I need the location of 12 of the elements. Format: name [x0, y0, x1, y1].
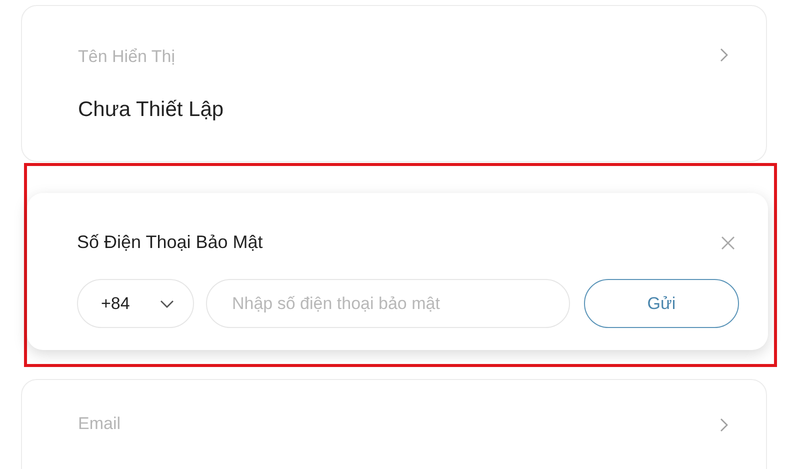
- email-label: Email: [78, 414, 121, 434]
- chevron-right-icon: [720, 418, 728, 432]
- display-name-label: Tên Hiển Thị: [78, 46, 176, 68]
- chevron-right-icon: [720, 48, 728, 62]
- phone-input-field[interactable]: Nhập số điện thoại bảo mật: [206, 279, 570, 328]
- country-code-select[interactable]: +84: [77, 279, 194, 328]
- secure-phone-title: Số Điện Thoại Bảo Mật: [77, 231, 263, 254]
- display-name-value: Chưa Thiết Lập: [78, 96, 224, 122]
- close-icon[interactable]: [721, 236, 735, 250]
- chevron-down-icon: [160, 300, 174, 308]
- display-name-card[interactable]: Tên Hiển Thị Chưa Thiết Lập: [21, 5, 767, 162]
- send-button[interactable]: Gửi: [584, 279, 739, 328]
